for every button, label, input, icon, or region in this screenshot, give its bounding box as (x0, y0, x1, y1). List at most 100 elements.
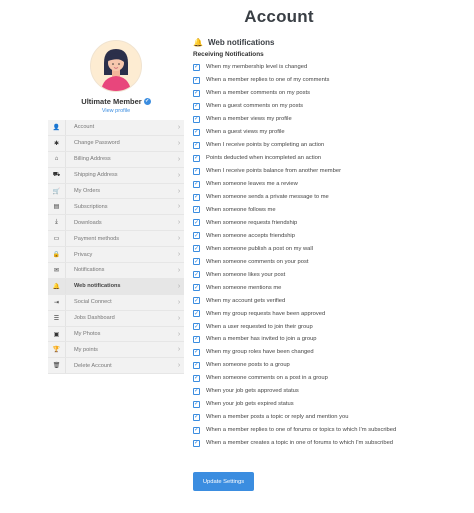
chevron-right-icon: › (177, 171, 181, 179)
notification-checkbox[interactable]: ✓ (193, 426, 200, 434)
notification-option: ✓ When your job gets approved status (193, 385, 463, 398)
notification-option-label: When my group requests have been approve… (206, 310, 326, 317)
bell-icon: 🔔 (48, 278, 66, 294)
sidebar-item-payment-methods[interactable]: ▭ Payment methods › (48, 231, 184, 248)
update-settings-button[interactable]: Update Settings (193, 472, 254, 491)
notification-checkbox[interactable]: ✓ (193, 297, 200, 305)
notification-checkbox[interactable]: ✓ (193, 193, 200, 201)
home-icon: ⌂ (48, 151, 66, 167)
notification-checkbox[interactable]: ✓ (193, 63, 200, 71)
notification-option: ✓ When someone comments on a post in a gr… (193, 372, 463, 385)
chevron-right-icon: › (177, 123, 181, 131)
notification-option: ✓ When someone leaves me a review (193, 178, 463, 191)
notification-option-label: When someone requests friendship (206, 219, 298, 226)
sidebar-item-shipping-address[interactable]: ⛟ Shipping Address › (48, 167, 184, 184)
user-icon: 👤 (48, 120, 66, 135)
notification-checkbox[interactable]: ✓ (193, 374, 200, 382)
credit-card-icon: ▭ (48, 231, 66, 247)
sidebar-item-label: Shipping Address (74, 172, 118, 179)
chevron-right-icon: › (177, 187, 181, 195)
sidebar-item-label: My points (74, 346, 98, 353)
notification-checkbox[interactable]: ✓ (193, 258, 200, 266)
notification-option: ✓ When a member views my profile (193, 113, 463, 126)
lock-icon: 🔒 (48, 247, 66, 263)
notification-checkbox[interactable]: ✓ (193, 89, 200, 97)
notification-checkbox[interactable]: ✓ (193, 180, 200, 188)
avatar[interactable] (90, 40, 142, 92)
notification-option: ✓ When a guest comments on my posts (193, 100, 463, 113)
asterisk-icon: ✱ (48, 135, 66, 151)
notification-option: ✓ When my group roles have been changed (193, 346, 463, 359)
sidebar-item-web-notifications[interactable]: 🔔 Web notifications › (48, 278, 184, 295)
sidebar-item-my-orders[interactable]: 🛒 My Orders › (48, 183, 184, 200)
notification-checkbox[interactable]: ✓ (193, 115, 200, 123)
notification-option-label: When a member posts a topic or reply and… (206, 414, 349, 421)
notification-option-label: When a member creates a topic in one of … (206, 440, 394, 447)
notification-checkbox[interactable]: ✓ (193, 284, 200, 292)
notification-checkbox[interactable]: ✓ (193, 167, 200, 175)
notification-checkbox[interactable]: ✓ (193, 128, 200, 136)
sidebar-item-label: Subscriptions (74, 203, 108, 210)
book-icon: ▤ (48, 199, 66, 215)
sidebar-item-my-points[interactable]: 🏆 My points › (48, 342, 184, 359)
notification-checkbox[interactable]: ✓ (193, 335, 200, 343)
notification-option: ✓ When a user requested to join their gro… (193, 320, 463, 333)
notification-checkbox[interactable]: ✓ (193, 245, 200, 253)
sidebar-item-label: Jobs Dashboard (74, 315, 115, 322)
sidebar-item-account[interactable]: 👤 Account › (48, 120, 184, 136)
notification-option: ✓ When I receive points balance from anot… (193, 165, 463, 178)
notification-checkbox[interactable]: ✓ (193, 348, 200, 356)
notification-checkbox[interactable]: ✓ (193, 310, 200, 318)
notification-checkbox[interactable]: ✓ (193, 141, 200, 149)
sidebar-item-jobs-dashboard[interactable]: ☰ Jobs Dashboard › (48, 310, 184, 327)
notification-option-label: When I receive points balance from anoth… (206, 168, 342, 175)
chevron-right-icon: › (177, 330, 181, 338)
notification-option-label: When someone follows me (206, 206, 276, 213)
notification-checkbox[interactable]: ✓ (193, 387, 200, 395)
notification-option-label: When a member has invited to join a grou… (206, 336, 317, 343)
verified-icon: ✓ (143, 98, 151, 105)
notification-checkbox[interactable]: ✓ (193, 413, 200, 421)
chevron-right-icon: › (177, 155, 181, 163)
notification-option: ✓ When someone publish a post on my wall (193, 242, 463, 255)
view-profile-link[interactable]: View profile (48, 108, 184, 114)
sidebar-item-delete-account[interactable]: 🗑 Delete Account › (48, 358, 184, 375)
notification-checkbox[interactable]: ✓ (193, 154, 200, 162)
notification-checkbox[interactable]: ✓ (193, 76, 200, 84)
notification-checkbox[interactable]: ✓ (193, 206, 200, 214)
notification-checkbox[interactable]: ✓ (193, 361, 200, 369)
notification-option: ✓ When a member replies to one of forums … (193, 424, 463, 437)
truck-icon: ⛟ (48, 167, 66, 183)
notification-checkbox[interactable]: ✓ (193, 219, 200, 227)
notification-option: ✓ When a member has invited to join a gro… (193, 333, 463, 346)
notification-option-label: When my group roles have been changed (206, 349, 314, 356)
notification-checkbox[interactable]: ✓ (193, 400, 200, 408)
notification-checkbox[interactable]: ✓ (193, 102, 200, 110)
notification-checkbox[interactable]: ✓ (193, 323, 200, 331)
sidebar-item-change-password[interactable]: ✱ Change Password › (48, 135, 184, 152)
profile-name[interactable]: Ultimate Member (81, 97, 141, 106)
notification-option-label: When a user requested to join their grou… (206, 323, 313, 330)
notification-option: ✓ When someone mentions me (193, 281, 463, 294)
notification-option: ✓ When I receive points by completing an … (193, 139, 463, 152)
sidebar-item-downloads[interactable]: ⤓ Downloads › (48, 215, 184, 232)
sidebar-item-social-connect[interactable]: ⇥ Social Connect › (48, 294, 184, 311)
notification-option-label: When a member replies to one of forums o… (206, 427, 397, 434)
notification-option: ✓ When someone comments on your post (193, 255, 463, 268)
chevron-right-icon: › (177, 266, 181, 274)
sidebar-item-notifications[interactable]: ✉ Notifications › (48, 263, 184, 279)
download-icon: ⤓ (48, 215, 66, 231)
sidebar-item-label: My Orders (74, 188, 101, 194)
sidebar-item-my-photos[interactable]: ▣ My Photos › (48, 326, 184, 343)
notification-option-label: When someone mentions me (206, 284, 282, 291)
notification-option-label: When my membership level is changed (206, 64, 308, 71)
sidebar-item-subscriptions[interactable]: ▤ Subscriptions › (48, 199, 184, 216)
notification-checkbox[interactable]: ✓ (193, 271, 200, 279)
envelope-icon: ✉ (48, 263, 66, 278)
sidebar-item-billing-address[interactable]: ⌂ Billing Address › (48, 151, 184, 168)
sign-in-icon: ⇥ (48, 294, 66, 310)
notification-checkbox[interactable]: ✓ (193, 439, 200, 447)
notification-checkbox[interactable]: ✓ (193, 232, 200, 240)
sidebar-item-privacy[interactable]: 🔒 Privacy › (48, 247, 184, 264)
notification-option: ✓ When your job gets expired status (193, 398, 463, 411)
